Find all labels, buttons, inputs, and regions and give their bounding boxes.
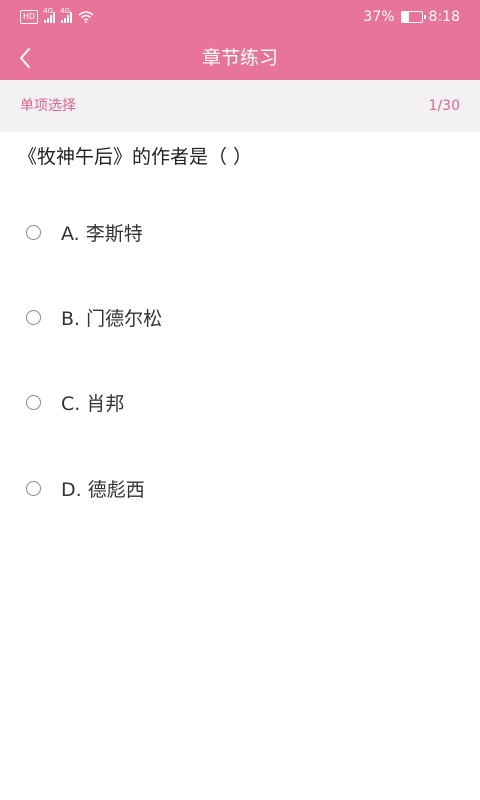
option-label: D. 德彪西 (61, 478, 145, 501)
radio-icon[interactable] (26, 480, 41, 496)
option-a[interactable]: A. 李斯特 (26, 212, 456, 252)
radio-icon[interactable] (26, 394, 41, 410)
back-button[interactable] (18, 42, 58, 74)
page-title: 章节练习 (201, 47, 278, 69)
nav-bar: 章节练习 (0, 36, 480, 80)
radio-icon[interactable] (26, 309, 41, 325)
chevron-left-icon (20, 48, 30, 68)
option-label: A. 李斯特 (61, 222, 143, 245)
clock: 8:18 (428, 9, 460, 25)
question-header: 单项选择 1/30 (0, 80, 480, 132)
status-bar: HD 4G 4G 37% 8:18 (0, 0, 480, 36)
signal-icon: 4G (43, 7, 56, 23)
hd-badge: HD (20, 10, 39, 24)
wifi-icon (78, 11, 94, 23)
option-c[interactable]: C. 肖邦 (26, 382, 456, 422)
battery-icon (400, 11, 426, 23)
top-bar: HD 4G 4G 37% 8:18 章节练习 (0, 0, 480, 80)
question-progress: 1/30 (428, 98, 460, 114)
battery-percent: 37% (363, 9, 395, 25)
option-label: B. 门德尔松 (61, 307, 163, 330)
radio-icon[interactable] (26, 224, 41, 240)
question-type: 单项选择 (20, 98, 76, 114)
question-text: 《牧神午后》的作者是（ ） (18, 146, 253, 168)
signal-icon-2: 4G (60, 7, 73, 23)
option-b[interactable]: B. 门德尔松 (26, 297, 456, 337)
option-d[interactable]: D. 德彪西 (26, 468, 456, 508)
option-label: C. 肖邦 (61, 392, 125, 415)
